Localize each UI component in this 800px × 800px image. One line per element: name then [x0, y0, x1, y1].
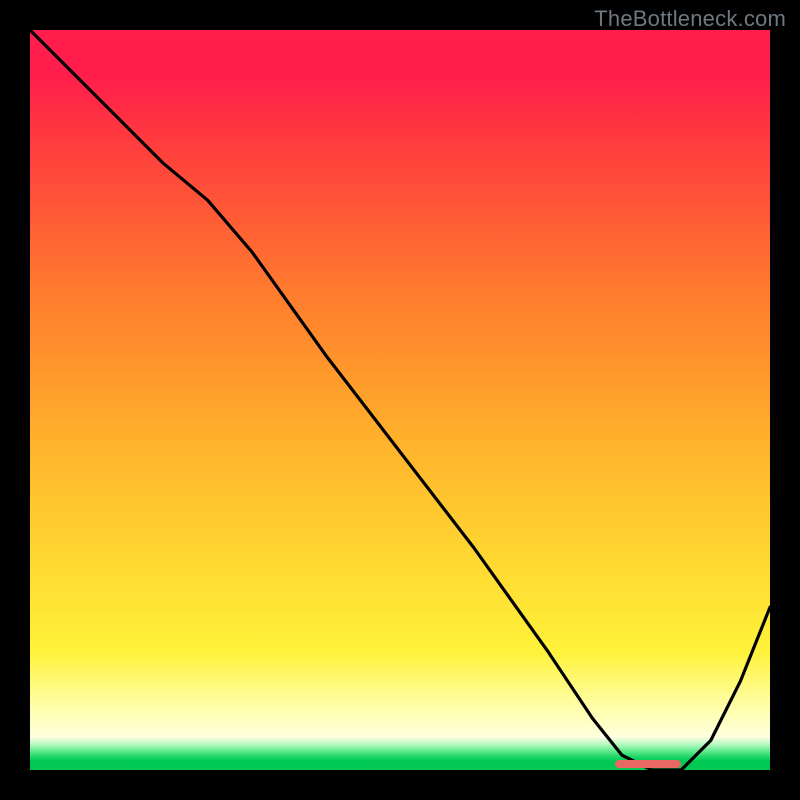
chart-frame: TheBottleneck.com: [0, 0, 800, 800]
heat-gradient: [30, 30, 770, 770]
watermark-text: TheBottleneck.com: [594, 6, 786, 32]
optimal-range-marker: [615, 760, 682, 768]
plot-area: [30, 30, 770, 770]
